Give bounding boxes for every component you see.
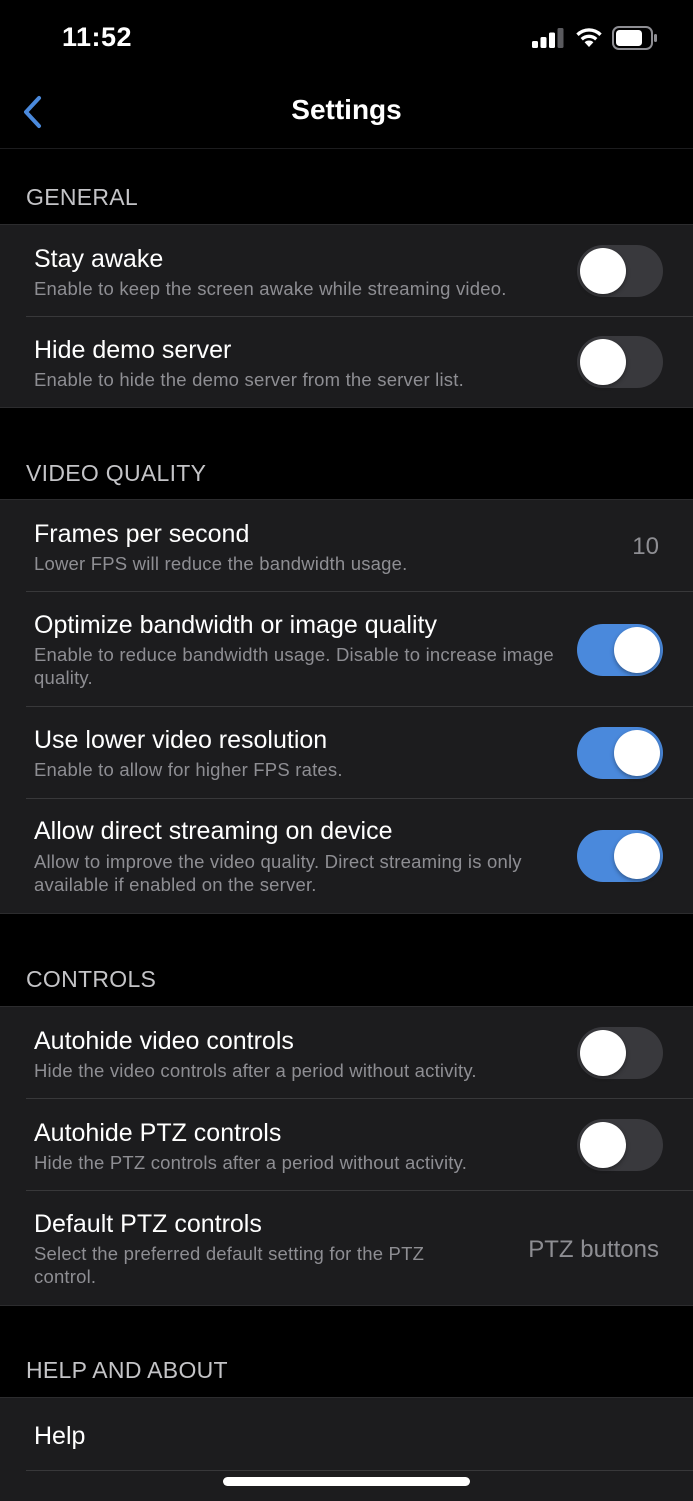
setting-title: Autohide video controls bbox=[34, 1027, 294, 1055]
stay-awake-toggle[interactable] bbox=[577, 245, 663, 297]
page-title: Settings bbox=[291, 94, 402, 125]
setting-row-frames-per-second[interactable]: Frames per second Lower FPS will reduce … bbox=[0, 500, 693, 591]
home-indicator[interactable] bbox=[223, 1477, 470, 1486]
setting-row-optimize-bandwidth[interactable]: Optimize bandwidth or image quality Enab… bbox=[0, 592, 693, 706]
setting-title: Help bbox=[34, 1422, 86, 1450]
setting-row-lower-video-resolution[interactable]: Use lower video resolution Enable to all… bbox=[0, 707, 693, 798]
setting-row-direct-streaming[interactable]: Allow direct streaming on device Allow t… bbox=[0, 799, 693, 913]
setting-row-autohide-video-controls[interactable]: Autohide video controls Hide the video c… bbox=[0, 1007, 693, 1098]
setting-title: Allow direct streaming on device bbox=[34, 817, 393, 845]
wifi-icon bbox=[576, 28, 602, 47]
cellular-signal-icon bbox=[532, 28, 564, 48]
hide-demo-server-toggle[interactable] bbox=[577, 336, 663, 388]
setting-row-hide-demo-server[interactable]: Hide demo server Enable to hide the demo… bbox=[0, 317, 693, 407]
section-header-controls: CONTROLS bbox=[26, 966, 157, 992]
setting-description: Hide the PTZ controls after a period wit… bbox=[34, 1152, 468, 1173]
setting-description: Enable to hide the demo server from the … bbox=[34, 369, 464, 390]
battery-icon bbox=[612, 26, 657, 50]
navigation-bar: Settings bbox=[0, 76, 693, 149]
setting-description: Allow to improve the video quality. Dire… bbox=[34, 851, 522, 895]
settings-group-video-quality: Frames per second Lower FPS will reduce … bbox=[0, 499, 693, 914]
settings-group-general: Stay awake Enable to keep the screen awa… bbox=[0, 224, 693, 408]
section-header-video-quality: VIDEO QUALITY bbox=[26, 460, 207, 486]
setting-row-stay-awake[interactable]: Stay awake Enable to keep the screen awa… bbox=[0, 225, 693, 316]
setting-row-autohide-ptz-controls[interactable]: Autohide PTZ controls Hide the PTZ contr… bbox=[0, 1099, 693, 1190]
default-ptz-controls-value: PTZ buttons bbox=[528, 1236, 659, 1263]
setting-title: Optimize bandwidth or image quality bbox=[34, 611, 437, 639]
autohide-ptz-controls-toggle[interactable] bbox=[577, 1119, 663, 1171]
optimize-bandwidth-toggle[interactable] bbox=[577, 624, 663, 676]
setting-description: Enable to reduce bandwidth usage. Disabl… bbox=[34, 644, 554, 688]
setting-description: Enable to keep the screen awake while st… bbox=[34, 278, 507, 299]
section-header-general: GENERAL bbox=[26, 184, 139, 210]
setting-title: Hide demo server bbox=[34, 336, 232, 364]
section-header-help-and-about: HELP AND ABOUT bbox=[26, 1357, 228, 1383]
setting-title: Stay awake bbox=[34, 245, 164, 273]
setting-description: Enable to allow for higher FPS rates. bbox=[34, 759, 343, 780]
setting-row-default-ptz-controls[interactable]: Default PTZ controls Select the preferre… bbox=[0, 1191, 693, 1305]
direct-streaming-toggle[interactable] bbox=[577, 830, 663, 882]
setting-title: Use lower video resolution bbox=[34, 726, 328, 754]
setting-title: Autohide PTZ controls bbox=[34, 1119, 282, 1147]
autohide-video-controls-toggle[interactable] bbox=[577, 1027, 663, 1079]
setting-description: Lower FPS will reduce the bandwidth usag… bbox=[34, 553, 408, 574]
status-bar: 11:52 bbox=[0, 0, 693, 76]
fps-value: 10 bbox=[632, 533, 659, 560]
status-time: 11:52 bbox=[62, 22, 133, 52]
setting-title: Frames per second bbox=[34, 520, 250, 548]
setting-description: Select the preferred default setting for… bbox=[34, 1243, 425, 1287]
setting-description: Hide the video controls after a period w… bbox=[34, 1060, 477, 1081]
lower-video-resolution-toggle[interactable] bbox=[577, 727, 663, 779]
setting-title: Default PTZ controls bbox=[34, 1210, 262, 1238]
setting-row-help[interactable]: Help bbox=[0, 1398, 693, 1470]
settings-group-controls: Autohide video controls Hide the video c… bbox=[0, 1006, 693, 1306]
